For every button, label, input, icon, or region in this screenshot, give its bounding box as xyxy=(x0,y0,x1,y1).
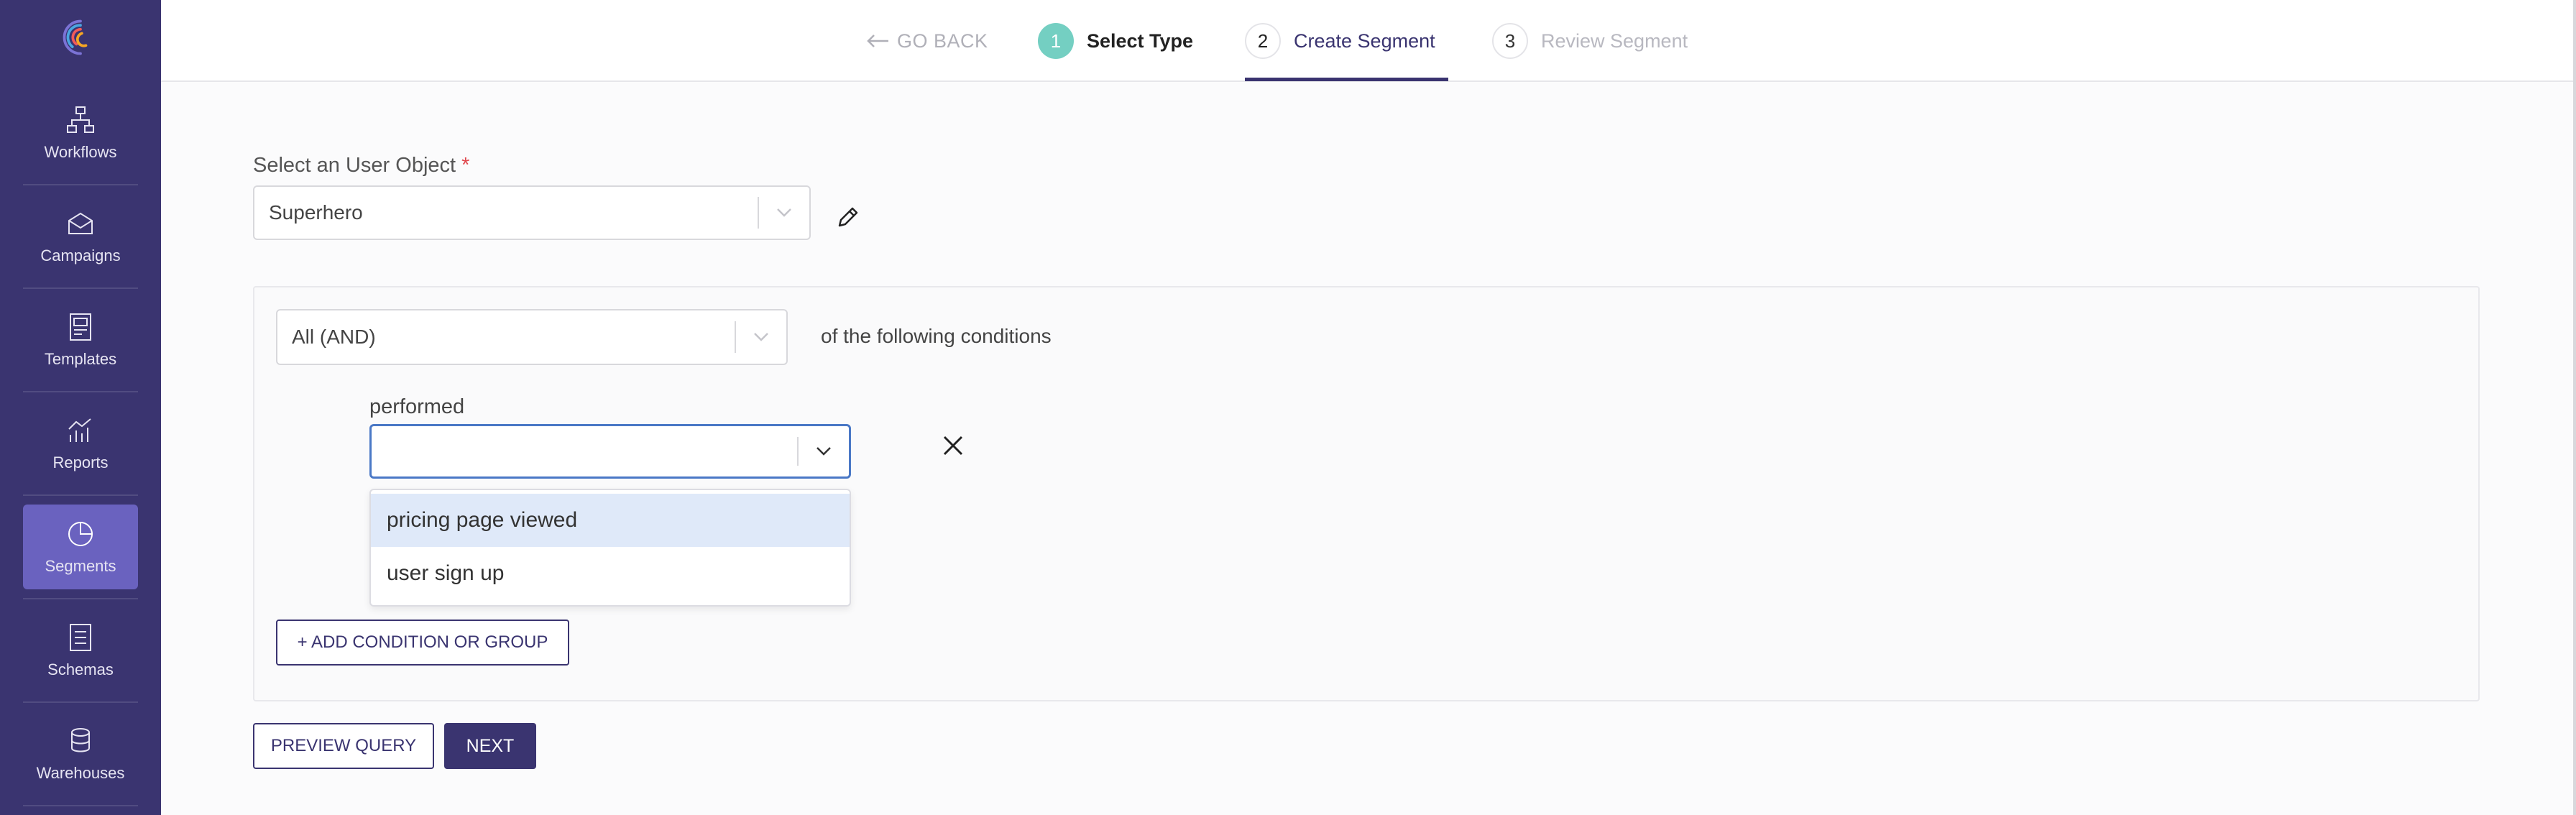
stepper-bar: GO BACK 1 Select Type 2 Create Segment 3… xyxy=(161,0,2576,82)
add-condition-button[interactable]: + ADD CONDITION OR GROUP xyxy=(276,620,569,666)
sidebar-item-label: Segments xyxy=(45,557,116,575)
sidebar-item-workflows[interactable]: Workflows xyxy=(23,91,138,185)
step-number: 3 xyxy=(1492,23,1528,59)
dropdown-option[interactable]: user sign up xyxy=(371,547,850,600)
sidebar-item-label: Templates xyxy=(44,350,117,368)
workflow-icon xyxy=(67,106,94,133)
warehouse-icon xyxy=(71,728,90,752)
go-back-label: GO BACK xyxy=(897,29,988,52)
sidebar-item-label: Campaigns xyxy=(40,247,121,264)
chevron-down-icon[interactable] xyxy=(736,332,786,342)
sidebar-item-label: Workflows xyxy=(44,143,117,161)
sidebar-item-warehouses[interactable]: Warehouses xyxy=(23,712,138,806)
pencil-icon[interactable] xyxy=(835,206,860,230)
logic-operator-select[interactable]: All (AND) xyxy=(276,309,788,365)
sidebar-item-reports[interactable]: Reports xyxy=(23,401,138,496)
user-object-label-text: Select an User Object xyxy=(253,154,456,177)
sidebar-item-campaigns[interactable]: Campaigns xyxy=(23,194,138,289)
sidebar-item-label: Schemas xyxy=(47,660,114,678)
step-label: Select Type xyxy=(1087,29,1194,52)
sidebar-item-templates[interactable]: Templates xyxy=(23,298,138,392)
dropdown-option[interactable]: pricing page viewed xyxy=(371,494,850,547)
chevron-down-icon[interactable] xyxy=(759,208,809,218)
step-number: 2 xyxy=(1245,23,1281,59)
performed-label: performed xyxy=(369,395,465,418)
sidebar-item-segments[interactable]: Segments xyxy=(23,505,138,599)
conditions-text: of the following conditions xyxy=(821,325,1052,347)
user-object-value: Superhero xyxy=(269,201,363,224)
report-icon xyxy=(68,418,91,442)
chevron-down-icon[interactable] xyxy=(799,446,849,456)
sidebar: Workflows Campaigns Templates Reports Se… xyxy=(0,0,161,815)
user-object-select[interactable]: Superhero xyxy=(253,185,811,240)
logic-operator-value: All (AND) xyxy=(292,326,376,348)
step-label: Review Segment xyxy=(1541,29,1688,52)
segment-icon xyxy=(68,522,93,546)
step-review-segment[interactable]: 3 Review Segment xyxy=(1492,0,1688,82)
schema-icon xyxy=(70,624,91,651)
right-scrollbar-edge xyxy=(2573,0,2576,815)
event-dropdown-menu: pricing page viewed user sign up xyxy=(369,489,851,607)
required-mark: * xyxy=(461,154,470,177)
arrow-left-icon xyxy=(867,34,888,47)
close-icon[interactable] xyxy=(942,434,965,457)
next-button[interactable]: NEXT xyxy=(444,723,536,769)
sidebar-item-schemas[interactable]: Schemas xyxy=(23,608,138,703)
logo-icon[interactable] xyxy=(58,16,104,59)
performed-event-select[interactable] xyxy=(369,424,851,479)
sidebar-nav: Workflows Campaigns Templates Reports Se… xyxy=(0,91,161,815)
step-create-segment[interactable]: 2 Create Segment xyxy=(1245,0,1435,82)
campaign-icon xyxy=(68,212,93,234)
sidebar-item-label: Warehouses xyxy=(36,764,125,782)
template-icon xyxy=(70,313,91,341)
sidebar-item-label: Reports xyxy=(52,453,109,471)
step-label: Create Segment xyxy=(1294,29,1435,52)
step-number: 1 xyxy=(1038,23,1074,59)
active-step-indicator xyxy=(1245,78,1448,81)
step-select-type[interactable]: 1 Select Type xyxy=(1038,0,1193,82)
preview-query-button[interactable]: PREVIEW QUERY xyxy=(253,723,434,769)
user-object-label: Select an User Object * xyxy=(253,154,469,178)
go-back-button[interactable]: GO BACK xyxy=(865,0,988,82)
